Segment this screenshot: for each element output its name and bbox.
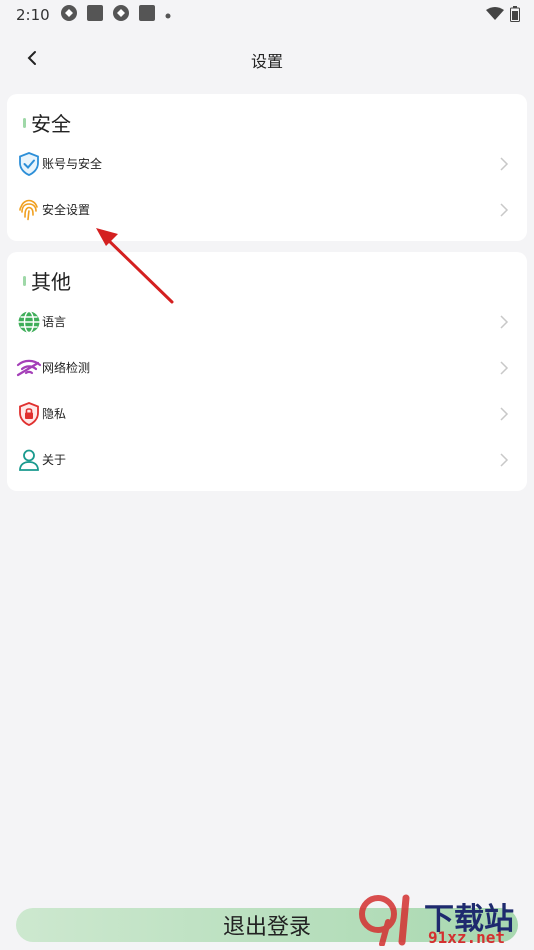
logout-label: 退出登录 <box>222 915 311 940</box>
battery-icon <box>510 6 520 26</box>
row-label: 关于 <box>42 453 67 467</box>
header: 设置 <box>0 36 534 84</box>
section-accent-bar <box>23 117 26 128</box>
app-notification-icon <box>112 4 130 26</box>
chevron-right-icon <box>500 407 509 421</box>
chevron-right-icon <box>500 315 509 329</box>
section-title-label: 安全 <box>31 112 71 136</box>
chevron-right-icon <box>500 157 509 171</box>
chevron-right-icon <box>500 361 509 375</box>
square-notification-icon <box>138 4 156 26</box>
status-bar: 2:10 <box>0 0 534 30</box>
row-account-security[interactable]: 账号与安全 <box>7 144 527 184</box>
wifi-signal-icon <box>486 7 504 25</box>
row-label: 账号与安全 <box>42 157 103 171</box>
row-security-settings[interactable]: 安全设置 <box>7 190 527 230</box>
security-card: 安全 账号与安全 安全设置 <box>7 94 527 241</box>
row-label: 隐私 <box>42 407 67 421</box>
fingerprint-icon <box>16 197 42 223</box>
row-network-check[interactable]: 网络检测 <box>7 348 527 388</box>
section-accent-bar <box>23 275 26 286</box>
privacy-lock-icon <box>16 401 42 427</box>
row-label: 语言 <box>42 315 67 329</box>
section-title: 其他 <box>23 266 71 295</box>
row-label: 网络检测 <box>42 361 91 375</box>
person-icon <box>16 447 42 473</box>
row-language[interactable]: 语言 <box>7 302 527 342</box>
row-privacy[interactable]: 隐私 <box>7 394 527 434</box>
chevron-right-icon <box>500 453 509 467</box>
section-title-label: 其他 <box>31 270 71 294</box>
shield-check-icon <box>16 151 42 177</box>
square-notification-icon <box>86 4 104 26</box>
row-about[interactable]: 关于 <box>7 440 527 480</box>
status-time: 2:10 <box>16 6 50 24</box>
dot-icon <box>164 6 172 24</box>
other-card: 其他 语言 网络检测 隐私 关于 <box>7 252 527 491</box>
chevron-right-icon <box>500 203 509 217</box>
page-title: 设置 <box>250 52 283 71</box>
globe-icon <box>16 309 42 335</box>
row-label: 安全设置 <box>42 203 91 217</box>
wifi-icon <box>16 355 42 381</box>
app-notification-icon <box>60 4 78 26</box>
section-title: 安全 <box>23 108 71 137</box>
logout-button[interactable]: 退出登录 <box>16 908 518 942</box>
